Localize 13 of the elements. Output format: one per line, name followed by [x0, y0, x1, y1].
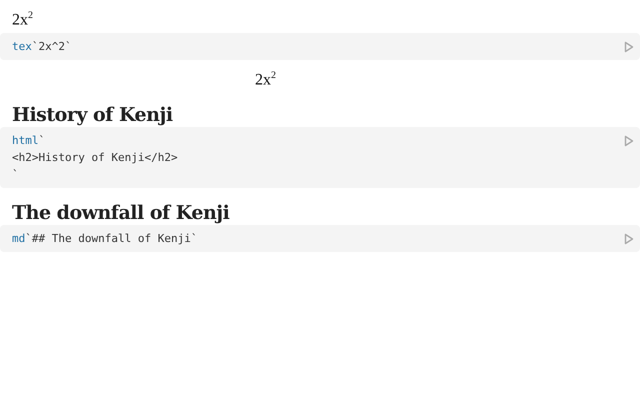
run-icon[interactable] — [624, 41, 634, 54]
run-icon[interactable] — [624, 232, 634, 245]
code-cell[interactable]: md`## The downfall of Kenji` — [0, 224, 640, 252]
code-text: md`## The downfall of Kenji` — [12, 230, 198, 247]
code-text: tex`2x^2` — [12, 39, 72, 56]
math-output: 2x$^{2}$ — [255, 70, 276, 90]
code-text: html` <h2>History of Kenji</h2> ` — [12, 132, 178, 183]
heading: The downfall of Kenji — [11, 202, 230, 225]
code-cell[interactable]: tex`2x^2` — [0, 33, 640, 60]
code-cell[interactable]: html` <h2>History of Kenji</h2> ` — [0, 126, 640, 188]
run-icon[interactable] — [624, 134, 634, 147]
math-output: 2x$^{2}$ — [11, 9, 34, 30]
heading: History of Kenji — [11, 104, 174, 127]
